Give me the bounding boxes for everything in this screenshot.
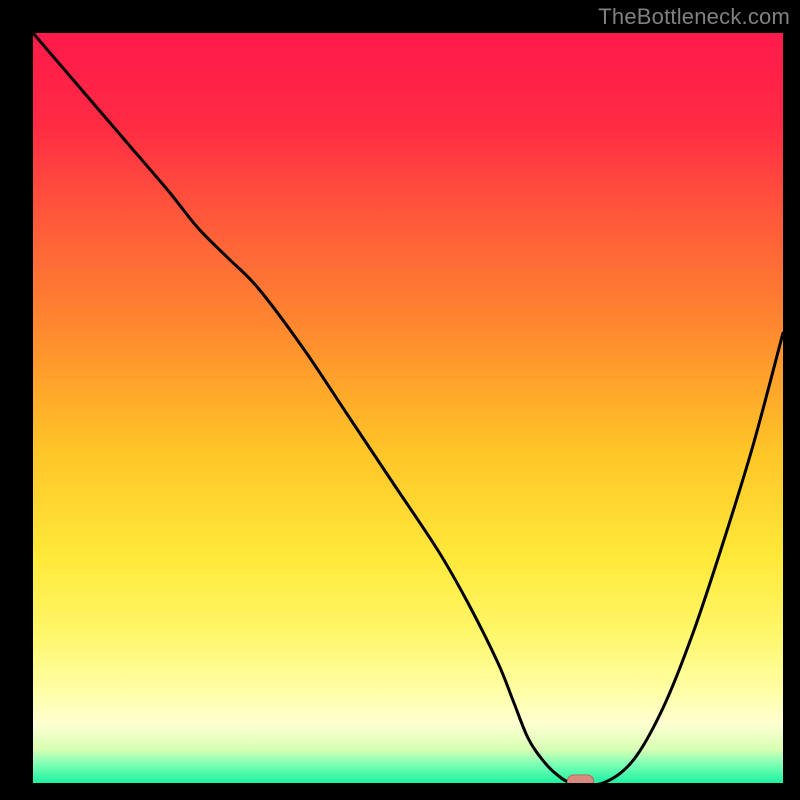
watermark-text: TheBottleneck.com — [598, 4, 790, 30]
chart-svg — [33, 33, 783, 783]
optimal-marker — [568, 775, 594, 783]
gradient-background — [33, 33, 783, 783]
plot-area — [33, 33, 783, 783]
chart-frame: TheBottleneck.com — [0, 0, 800, 800]
